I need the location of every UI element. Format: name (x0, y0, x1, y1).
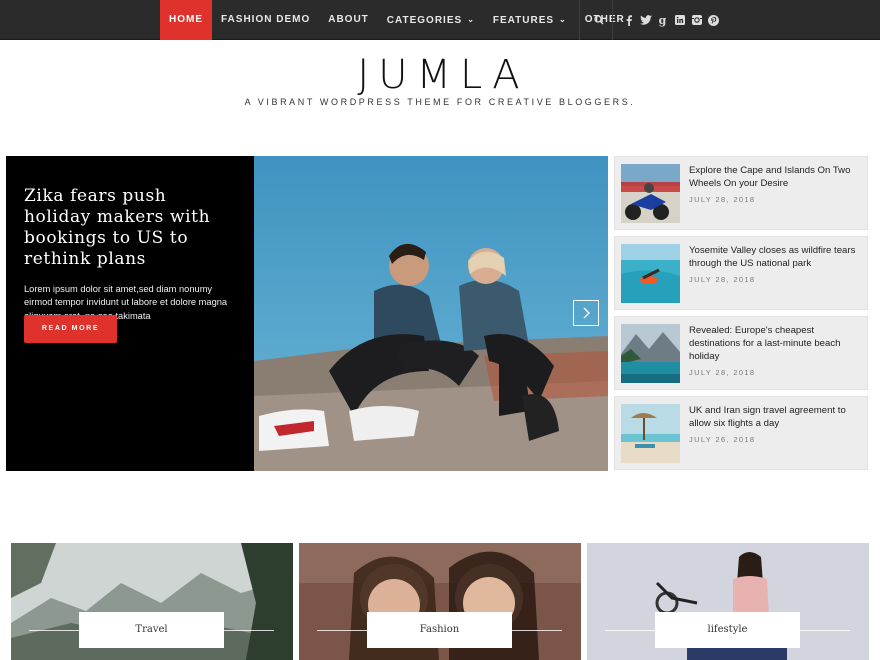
nav-divider (612, 0, 613, 40)
side-post-text: Yosemite Valley closes as wildfire tears… (689, 244, 863, 286)
hero-photo-illustration (254, 156, 608, 471)
social-links: g (620, 0, 722, 40)
category-label[interactable]: lifestyle (655, 612, 800, 648)
side-post-title[interactable]: Yosemite Valley closes as wildfire tears… (689, 245, 855, 269)
instagram-icon[interactable] (688, 0, 705, 40)
side-post-date: July 28, 2018 (689, 275, 756, 284)
side-post-title[interactable]: Revealed: Europe's cheapest destinations… (689, 325, 840, 362)
main-menu: Home Fashion Demo About Categories ⌄ Feat… (160, 0, 634, 40)
read-more-button[interactable]: Read More (24, 315, 117, 343)
side-post-date: July 28, 2018 (689, 195, 756, 204)
side-post-text: UK and Iran sign travel agreement to all… (689, 404, 863, 446)
side-post-date: July 26, 2018 (689, 435, 756, 444)
category-label[interactable]: Fashion (367, 612, 512, 648)
nav-item-fashion-demo[interactable]: Fashion Demo (212, 0, 319, 40)
site-tagline: A VIBRANT WORDPRESS THEME FOR CREATIVE B… (244, 97, 636, 107)
side-post-thumbnail[interactable] (621, 404, 680, 463)
nav-item-categories[interactable]: Categories ⌄ (378, 0, 484, 40)
slider-next-button[interactable] (573, 300, 599, 326)
nav-item-about[interactable]: About (319, 0, 378, 40)
hero-title[interactable]: Zika fears push holiday makers with book… (24, 186, 236, 270)
side-post-title[interactable]: Explore the Cape and Islands On Two Whee… (689, 165, 850, 189)
search-button[interactable] (588, 0, 610, 40)
category-tile-travel[interactable]: Travel (11, 543, 293, 660)
top-navigation-bar: Home Fashion Demo About Categories ⌄ Feat… (0, 0, 880, 40)
category-tile-fashion[interactable]: Fashion (299, 543, 581, 660)
category-divider (800, 630, 850, 631)
category-divider (317, 630, 367, 631)
category-tile-lifestyle[interactable]: lifestyle (587, 543, 869, 660)
nav-item-features-label: Features (492, 15, 555, 26)
side-post-thumbnail[interactable] (621, 324, 680, 383)
facebook-icon[interactable] (620, 0, 637, 40)
category-divider (29, 630, 79, 631)
pinterest-icon[interactable] (705, 0, 722, 40)
side-post-title[interactable]: UK and Iran sign travel agreement to all… (689, 405, 846, 429)
site-title[interactable]: JUMLA (0, 52, 880, 98)
google-plus-icon[interactable]: g (654, 0, 671, 40)
hero-text-panel: Zika fears push holiday makers with book… (6, 156, 254, 471)
side-post-thumbnail[interactable] (621, 244, 680, 303)
side-post[interactable]: Explore the Cape and Islands On Two Whee… (614, 156, 868, 230)
side-post-thumbnail[interactable] (621, 164, 680, 223)
search-icon (594, 15, 604, 25)
linkedin-icon[interactable] (671, 0, 688, 40)
nav-item-features[interactable]: Features ⌄ (484, 0, 576, 40)
side-post-date: July 28, 2018 (689, 368, 756, 377)
category-divider (605, 630, 655, 631)
chevron-down-icon: ⌄ (467, 15, 475, 24)
side-post-text: Revealed: Europe's cheapest destinations… (689, 324, 863, 379)
nav-item-home[interactable]: Home (160, 0, 212, 40)
twitter-icon[interactable] (637, 0, 654, 40)
category-label[interactable]: Travel (79, 612, 224, 648)
side-post-text: Explore the Cape and Islands On Two Whee… (689, 164, 863, 206)
side-post[interactable]: UK and Iran sign travel agreement to all… (614, 396, 868, 470)
nav-divider (579, 0, 580, 40)
category-divider (224, 630, 274, 631)
side-post[interactable]: Yosemite Valley closes as wildfire tears… (614, 236, 868, 310)
chevron-right-icon (583, 307, 590, 319)
chevron-down-icon: ⌄ (559, 15, 567, 24)
category-divider (512, 630, 562, 631)
nav-item-categories-label: Categories (386, 15, 463, 26)
side-post[interactable]: Revealed: Europe's cheapest destinations… (614, 316, 868, 390)
hero-image[interactable] (254, 156, 608, 471)
